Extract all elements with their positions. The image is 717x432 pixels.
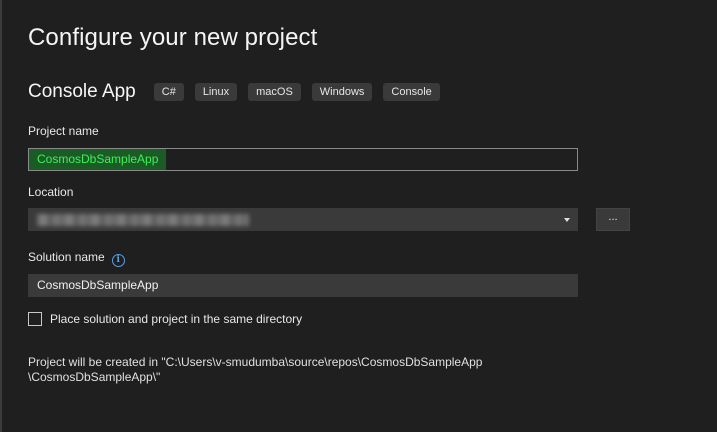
same-directory-checkbox[interactable] <box>28 312 42 326</box>
solution-name-label-row: Solution name i <box>28 250 125 267</box>
summary-line-1: Project will be created in "C:\Users\v-s… <box>28 355 483 369</box>
template-header: Console App C# Linux macOS Windows Conso… <box>28 78 451 106</box>
tag-csharp: C# <box>153 83 184 101</box>
tag-console: Console <box>383 83 440 101</box>
configure-project-dialog: Configure your new project Console App C… <box>0 0 717 432</box>
location-label: Location <box>28 185 74 199</box>
project-location-summary: Project will be created in "C:\Users\v-s… <box>28 355 482 385</box>
project-name-value: CosmosDbSampleApp <box>29 149 167 170</box>
project-name-label: Project name <box>28 124 99 138</box>
template-name: Console App <box>28 81 136 102</box>
chevron-down-icon[interactable] <box>564 218 570 222</box>
browse-location-button[interactable]: ... <box>596 208 630 231</box>
project-name-input[interactable]: CosmosDbSampleApp <box>28 148 578 171</box>
info-icon[interactable]: i <box>111 254 125 267</box>
summary-line-2: \CosmosDbSampleApp\" <box>28 370 161 384</box>
window-left-border <box>0 0 2 432</box>
tag-linux: Linux <box>194 83 238 101</box>
tag-windows: Windows <box>311 83 373 101</box>
location-value-redacted <box>37 214 249 226</box>
solution-name-input[interactable]: CosmosDbSampleApp <box>28 274 578 297</box>
same-directory-label[interactable]: Place solution and project in the same d… <box>50 312 302 326</box>
page-title: Configure your new project <box>28 24 318 51</box>
same-directory-option[interactable]: Place solution and project in the same d… <box>28 311 302 327</box>
location-select[interactable] <box>28 208 578 231</box>
solution-name-label: Solution name <box>28 250 105 264</box>
tag-macos: macOS <box>248 83 301 101</box>
